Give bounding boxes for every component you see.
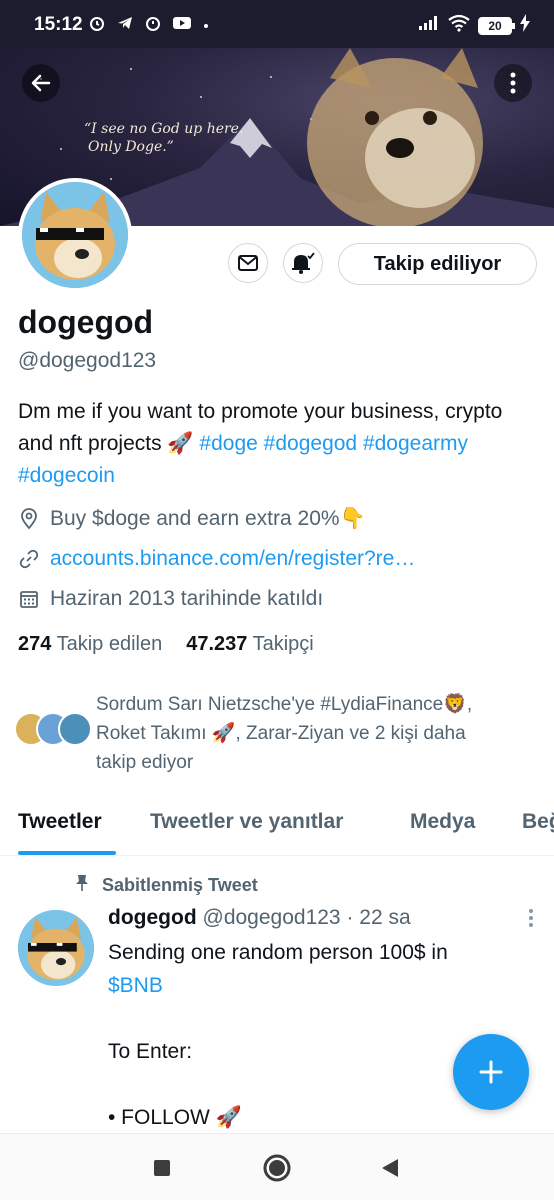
tweet-author-handle: @dogegod123: [202, 906, 341, 929]
alarm-icon-2: [144, 14, 162, 37]
joined-text: Haziran 2013 tarihinde katıldı: [50, 587, 324, 610]
tab-tweets[interactable]: Tweetler: [18, 810, 102, 834]
tweet-author-avatar[interactable]: [18, 910, 94, 986]
location-row: Buy $doge and earn extra 20%👇: [18, 507, 366, 531]
status-bar: 15:12 20: [0, 0, 554, 48]
banner-quote: “I see no God up here. Only Doge.”: [84, 121, 244, 155]
tweet-time: · 22 sa: [346, 906, 411, 929]
follower-avatars: [14, 712, 94, 752]
tweet-header: dogegod @dogegod123 · 22 sa: [108, 906, 411, 930]
hashtag-link[interactable]: #dogearmy: [363, 432, 468, 455]
notification-button[interactable]: [283, 243, 323, 283]
location-text: Buy $doge and earn extra 20%👇: [50, 507, 366, 530]
back-button[interactable]: [22, 64, 60, 102]
following-button[interactable]: Takip ediliyor: [338, 243, 537, 285]
telegram-icon: [116, 14, 134, 37]
home-button[interactable]: [263, 1154, 291, 1182]
bell-check-icon: [292, 252, 315, 274]
back-nav-button[interactable]: [380, 1158, 400, 1178]
pin-icon: [74, 874, 90, 897]
follow-counts: 274 Takip edilen 47.237 Takipçi: [18, 633, 314, 656]
hashtag-link[interactable]: #doge: [199, 432, 257, 455]
user-handle: @dogegod123: [18, 349, 157, 372]
avatar: [58, 712, 92, 746]
pinned-label: Sabitlenmiş Tweet: [74, 874, 258, 897]
following-count-link[interactable]: 274 Takip edilen: [18, 633, 162, 656]
more-options-button[interactable]: [494, 64, 532, 102]
message-button[interactable]: [228, 243, 268, 283]
tab-tweets-replies[interactable]: Tweetler ve yanıtlar: [150, 810, 343, 834]
active-tab-indicator: [18, 851, 116, 855]
recents-button[interactable]: [153, 1159, 171, 1177]
doge-avatar-image: [22, 182, 128, 288]
notification-icons: [88, 14, 210, 37]
signal-icon: [418, 15, 440, 36]
tweet-more-button[interactable]: [528, 908, 534, 934]
hashtag-link[interactable]: #dogegod: [264, 432, 357, 455]
profile-tabs: Tweetler Tweetler ve yanıtlar Medya Beğe: [0, 800, 554, 856]
more-vertical-icon: [529, 909, 533, 927]
system-icons: 20: [418, 14, 530, 37]
tweet-body[interactable]: Sending one random person 100$ in $BNB T…: [108, 936, 528, 1134]
profile-avatar[interactable]: [18, 178, 132, 292]
followed-by-section[interactable]: Sordum Sarı Nietzsche'ye #LydiaFinance🦁,…: [14, 690, 540, 777]
calendar-icon: [18, 588, 40, 610]
website-link[interactable]: accounts.binance.com/en/register?re…: [50, 547, 415, 571]
arrow-left-icon: [31, 74, 51, 92]
wifi-icon: [448, 14, 470, 37]
followers-count-link[interactable]: 47.237 Takipçi: [186, 633, 314, 656]
charging-icon: [520, 14, 530, 37]
plus-icon: [479, 1060, 503, 1084]
doge-avatar-image: [18, 910, 94, 986]
dot-icon: [202, 17, 210, 35]
website-row: accounts.binance.com/en/register?re…: [18, 547, 415, 571]
square-icon: [154, 1160, 170, 1176]
more-vertical-icon: [510, 72, 516, 94]
mail-icon: [238, 255, 258, 271]
youtube-icon: [172, 15, 192, 36]
cashtag-link[interactable]: $BNB: [108, 969, 528, 1002]
hashtag-link[interactable]: #dogecoin: [18, 464, 115, 487]
circle-home-icon: [263, 1154, 291, 1182]
profile-bio: Dm me if you want to promote your busine…: [18, 396, 538, 492]
followed-by-text: Sordum Sarı Nietzsche'ye #LydiaFinance🦁,…: [96, 694, 473, 773]
display-name: dogegod: [18, 304, 154, 340]
status-time: 15:12: [34, 14, 83, 35]
tab-likes[interactable]: Beğe: [522, 810, 554, 834]
battery-icon: 20: [478, 16, 515, 35]
tab-media[interactable]: Medya: [410, 810, 475, 834]
compose-tweet-button[interactable]: [453, 1034, 529, 1110]
alarm-icon: [88, 14, 106, 37]
location-pin-icon: [18, 508, 40, 530]
link-icon: [18, 548, 40, 570]
tweet-author-name[interactable]: dogegod: [108, 906, 197, 929]
joined-row: Haziran 2013 tarihinde katıldı: [18, 587, 323, 611]
system-navigation-bar: [0, 1133, 554, 1200]
triangle-back-icon: [382, 1159, 398, 1177]
